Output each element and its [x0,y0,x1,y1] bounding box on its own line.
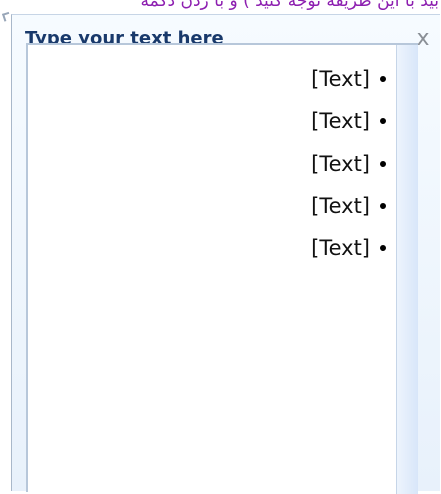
bullet-item-text[interactable]: [Text] [311,190,370,222]
bullet-icon [380,245,386,251]
text-pane: Type your text here x [Text] [Text] [Tex… [11,14,440,494]
bullet-icon [380,118,386,124]
bullet-icon [380,76,386,82]
bullet-item-1[interactable]: [Text] [311,63,386,95]
bullet-item-5[interactable]: [Text] [311,232,386,264]
text-entry-box[interactable]: [Text] [Text] [Text] [Text] [Text] [26,43,418,494]
top-caption-text: بید با این طریقه توجه کنید ) و با زدن دک… [140,0,439,11]
vertical-scrollbar[interactable] [396,45,418,494]
bullet-list: [Text] [Text] [Text] [Text] [Text] [28,45,396,494]
bullet-icon [380,161,386,167]
bullet-item-2[interactable]: [Text] [311,105,386,137]
bullet-icon [380,203,386,209]
bullet-item-text[interactable]: [Text] [311,63,370,95]
bullet-item-3[interactable]: [Text] [311,148,386,180]
bullet-item-4[interactable]: [Text] [311,190,386,222]
bullet-item-text[interactable]: [Text] [311,105,370,137]
bullet-item-text[interactable]: [Text] [311,232,370,264]
top-caption-strip: بید با این طریقه توجه کنید ) و با زدن دک… [0,0,441,14]
bullet-item-text[interactable]: [Text] [311,148,370,180]
